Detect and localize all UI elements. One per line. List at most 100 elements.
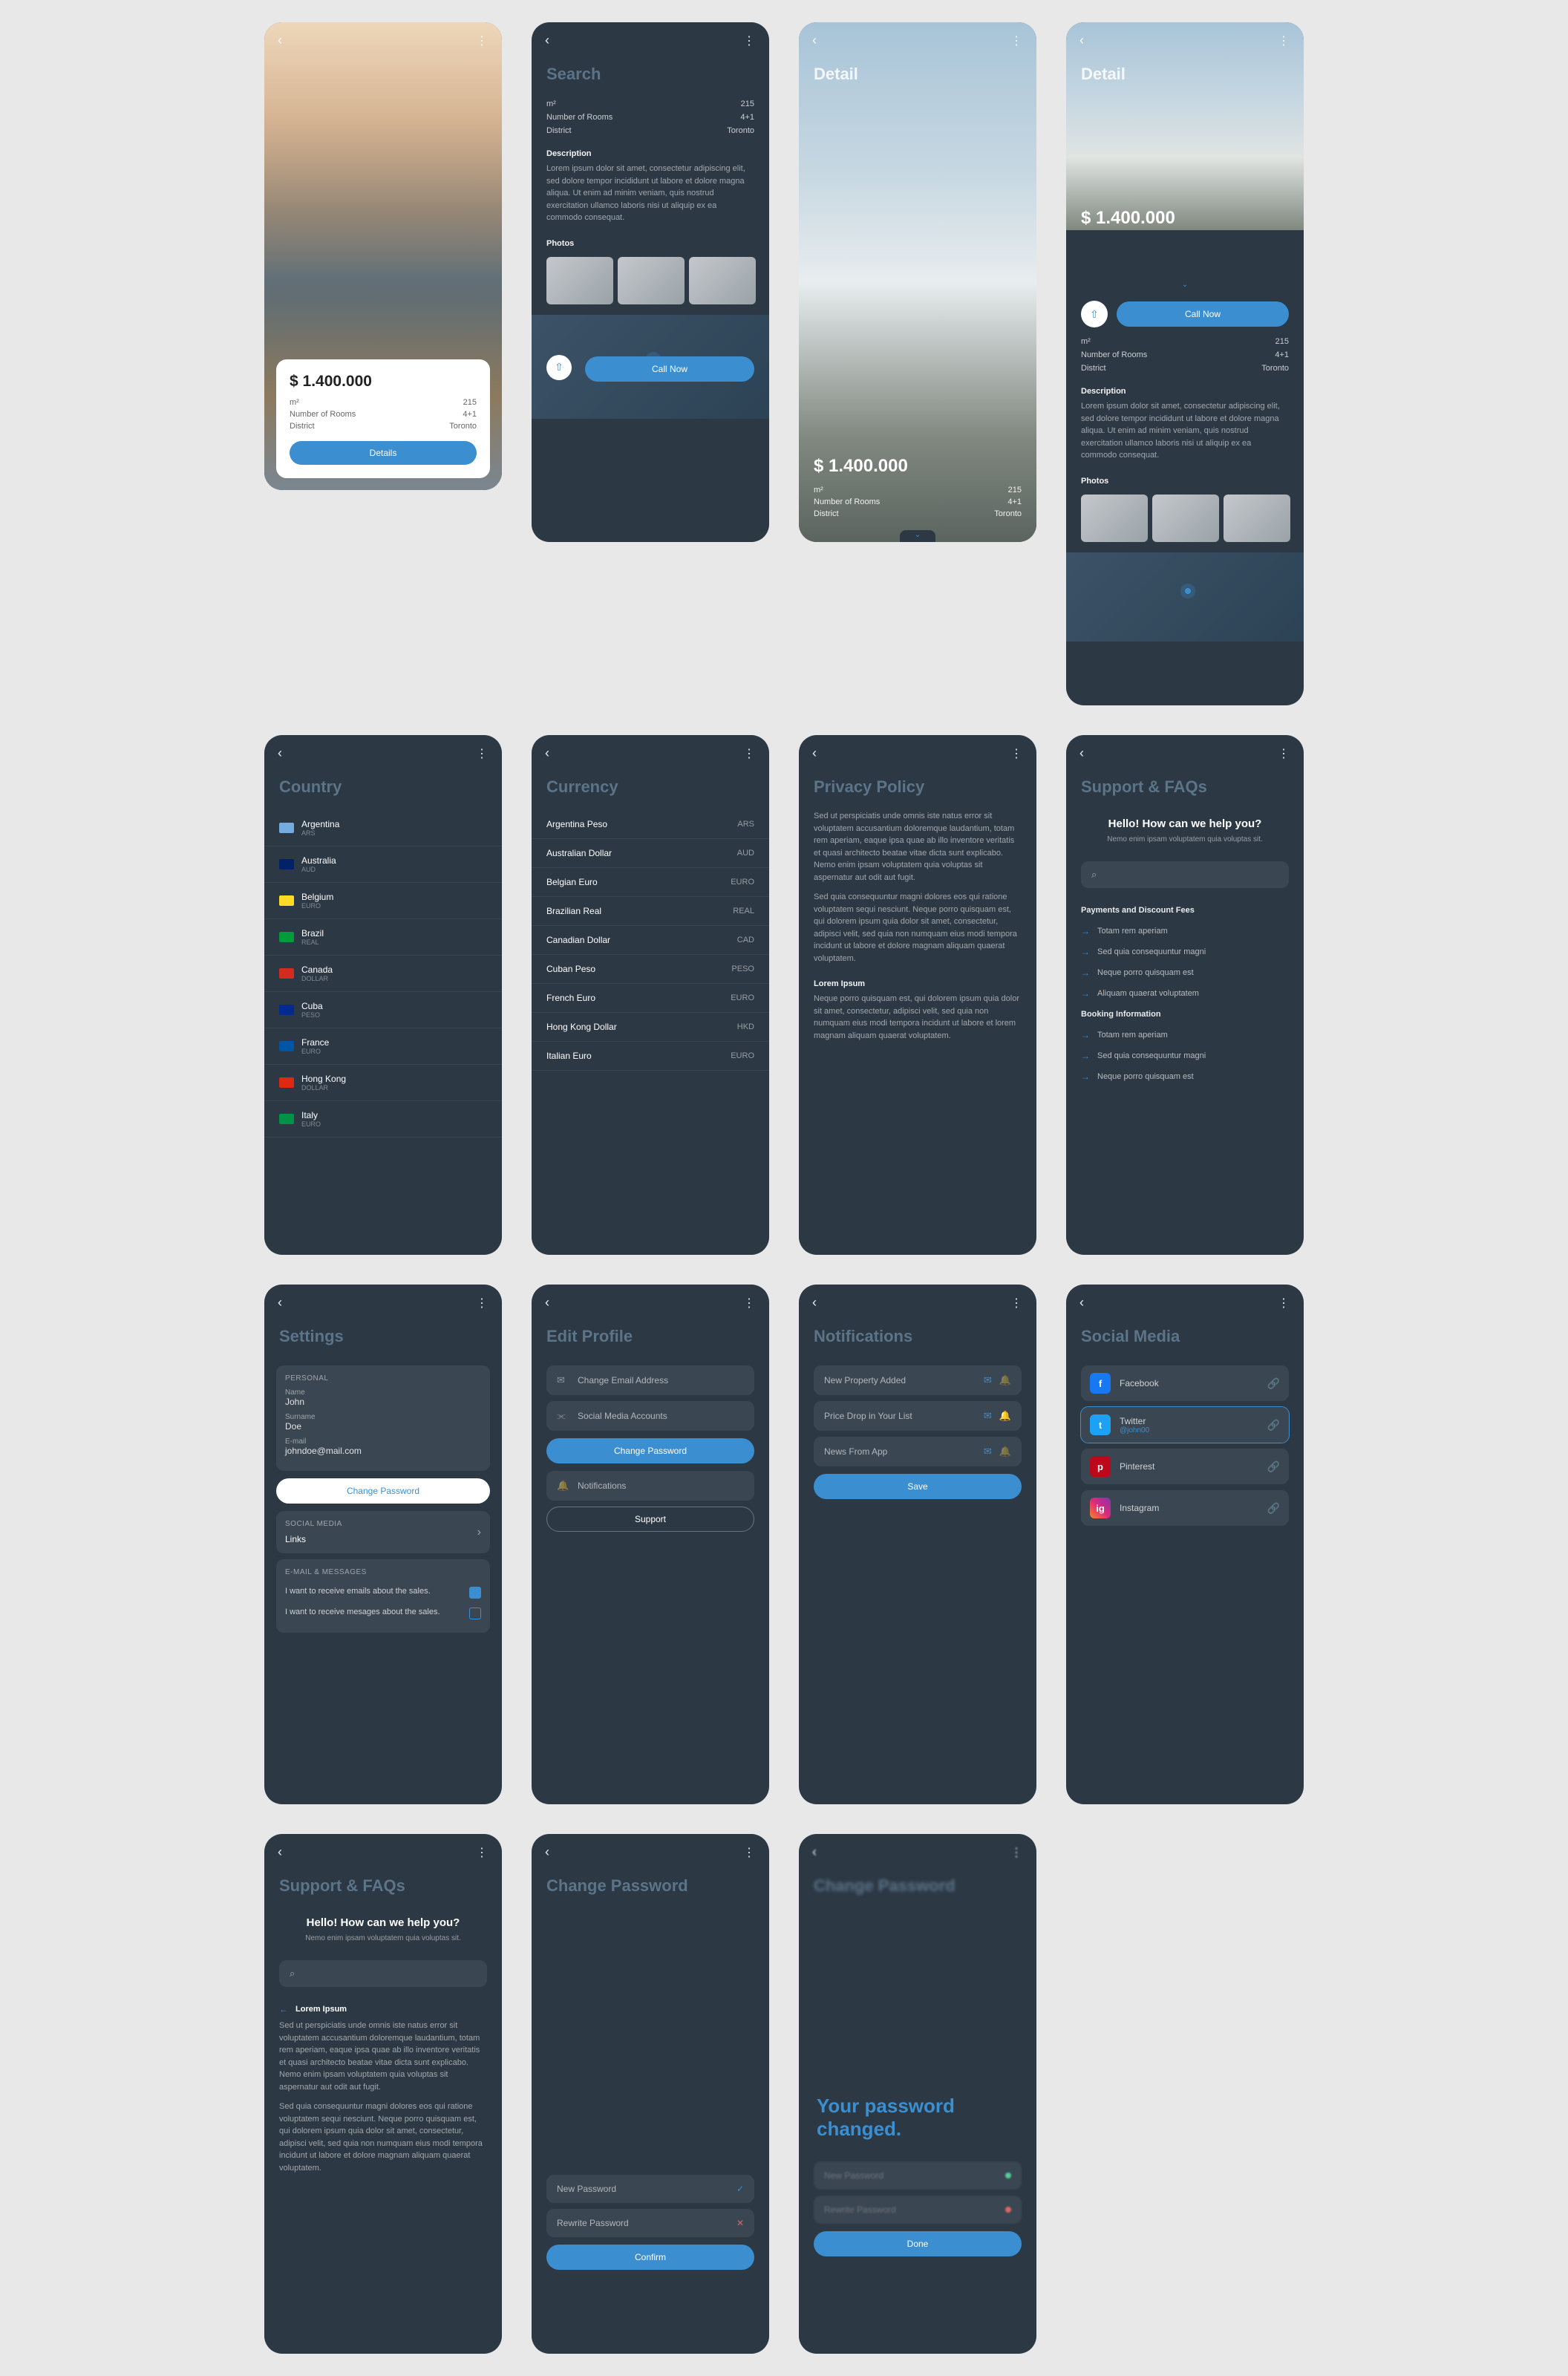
map[interactable]: [1066, 552, 1304, 642]
more-icon[interactable]: ⋮: [476, 1296, 489, 1311]
back-link[interactable]: ←Lorem Ipsum: [264, 1999, 502, 2020]
done-button[interactable]: Done: [814, 2231, 1022, 2256]
country-row[interactable]: AustraliaAUD: [264, 846, 502, 883]
collapse-handle[interactable]: ⌄: [1167, 278, 1203, 290]
back-icon[interactable]: ‹: [545, 1844, 549, 1860]
faq-item[interactable]: →Neque porro quisquam est: [1066, 962, 1304, 983]
link-icon[interactable]: 🔗: [1267, 1502, 1280, 1515]
email-field[interactable]: johndoe@mail.com: [285, 1446, 481, 1456]
call-now-button[interactable]: Call Now: [585, 356, 754, 382]
confirm-button[interactable]: Confirm: [546, 2245, 754, 2270]
mail-icon[interactable]: ✉: [984, 1446, 992, 1458]
faq-item[interactable]: →Sed quia consequuntur magni: [1066, 941, 1304, 962]
more-icon[interactable]: ⋮: [1278, 1296, 1290, 1311]
back-icon[interactable]: ‹: [545, 745, 549, 761]
currency-row[interactable]: French EuroEURO: [532, 984, 769, 1013]
currency-row[interactable]: Belgian EuroEURO: [532, 868, 769, 897]
bell-icon[interactable]: 🔔: [999, 1410, 1011, 1422]
call-now-button[interactable]: Call Now: [1117, 301, 1289, 327]
country-row[interactable]: ItalyEURO: [264, 1101, 502, 1138]
country-row[interactable]: ArgentinaARS: [264, 810, 502, 846]
faq-item[interactable]: →Totam rem aperiam: [1066, 921, 1304, 941]
back-icon[interactable]: ‹: [278, 33, 282, 48]
photo-thumb[interactable]: [1224, 495, 1290, 542]
expand-handle[interactable]: ⌄: [900, 530, 935, 542]
country-row[interactable]: FranceEURO: [264, 1028, 502, 1065]
photo-thumb[interactable]: [618, 257, 685, 304]
photo-thumb[interactable]: [1081, 495, 1148, 542]
currency-row[interactable]: Canadian DollarCAD: [532, 926, 769, 955]
change-email-row[interactable]: ✉Change Email Address: [546, 1365, 754, 1395]
more-icon[interactable]: ⋮: [476, 746, 489, 761]
more-icon[interactable]: ⋮: [476, 1845, 489, 1860]
checkbox-emails[interactable]: [469, 1587, 481, 1599]
share-button[interactable]: ⇧: [546, 355, 572, 380]
back-icon[interactable]: ‹: [1079, 745, 1084, 761]
new-password-input[interactable]: New Password✓: [546, 2175, 754, 2203]
social-row[interactable]: igInstagram🔗: [1081, 1490, 1289, 1526]
search-input[interactable]: ⌕: [279, 1960, 487, 1987]
currency-row[interactable]: Brazilian RealREAL: [532, 897, 769, 926]
search-input[interactable]: ⌕: [1081, 861, 1289, 888]
more-icon[interactable]: ⋮: [743, 1296, 756, 1311]
link-icon[interactable]: 🔗: [1267, 1419, 1280, 1432]
more-icon[interactable]: ⋮: [1010, 33, 1023, 48]
more-icon[interactable]: ⋮: [1278, 33, 1290, 48]
checkbox-messages[interactable]: [469, 1608, 481, 1619]
photo-thumb[interactable]: [1152, 495, 1219, 542]
share-button[interactable]: ⇧: [1081, 301, 1108, 327]
faq-item[interactable]: →Aliquam quaerat voluptatem: [1066, 983, 1304, 1004]
back-icon[interactable]: ‹: [278, 745, 282, 761]
link-icon[interactable]: 🔗: [1267, 1460, 1280, 1473]
more-icon[interactable]: ⋮: [743, 746, 756, 761]
bell-icon[interactable]: 🔔: [999, 1374, 1011, 1386]
save-button[interactable]: Save: [814, 1474, 1022, 1499]
link-icon[interactable]: 🔗: [1267, 1377, 1280, 1390]
back-icon[interactable]: ‹: [545, 1295, 549, 1311]
photo-gallery[interactable]: [1066, 490, 1304, 552]
name-field[interactable]: John: [285, 1397, 481, 1407]
back-icon[interactable]: ‹: [812, 33, 817, 48]
more-icon[interactable]: ⋮: [743, 33, 756, 48]
country-row[interactable]: BrazilREAL: [264, 919, 502, 956]
faq-item[interactable]: →Neque porro quisquam est: [1066, 1066, 1304, 1087]
social-row[interactable]: pPinterest🔗: [1081, 1449, 1289, 1484]
change-password-button[interactable]: Change Password: [276, 1478, 490, 1504]
photo-gallery[interactable]: [532, 252, 769, 315]
country-row[interactable]: BelgiumEURO: [264, 883, 502, 919]
country-row[interactable]: Hong KongDOLLAR: [264, 1065, 502, 1101]
back-icon[interactable]: ‹: [278, 1295, 282, 1311]
social-accounts-row[interactable]: ⫘Social Media Accounts: [546, 1401, 754, 1431]
country-row[interactable]: CanadaDOLLAR: [264, 956, 502, 992]
support-button[interactable]: Support: [546, 1507, 754, 1532]
country-row[interactable]: CubaPESO: [264, 992, 502, 1028]
social-row[interactable]: fFacebook🔗: [1081, 1365, 1289, 1401]
currency-row[interactable]: Australian DollarAUD: [532, 839, 769, 868]
currency-row[interactable]: Argentina PesoARS: [532, 810, 769, 839]
faq-item[interactable]: →Sed quia consequuntur magni: [1066, 1045, 1304, 1066]
mail-icon[interactable]: ✉: [984, 1410, 992, 1422]
photo-thumb[interactable]: [689, 257, 756, 304]
social-links-row[interactable]: SOCIAL MEDIA Links ›: [276, 1511, 490, 1553]
more-icon[interactable]: ⋮: [1010, 1296, 1023, 1311]
back-icon[interactable]: ‹: [1079, 33, 1084, 48]
more-icon[interactable]: ⋮: [1010, 746, 1023, 761]
back-icon[interactable]: ‹: [1079, 1295, 1084, 1311]
details-button[interactable]: Details: [290, 441, 477, 465]
more-icon[interactable]: ⋮: [476, 33, 489, 48]
back-icon[interactable]: ‹: [545, 33, 549, 48]
back-icon[interactable]: ‹: [812, 745, 817, 761]
notifications-row[interactable]: 🔔Notifications: [546, 1471, 754, 1501]
currency-row[interactable]: Hong Kong DollarHKD: [532, 1013, 769, 1042]
back-icon[interactable]: ‹: [278, 1844, 282, 1860]
bell-icon[interactable]: 🔔: [999, 1446, 1011, 1458]
more-icon[interactable]: ⋮: [743, 1845, 756, 1860]
surname-field[interactable]: Doe: [285, 1421, 481, 1432]
rewrite-password-input[interactable]: Rewrite Password✕: [546, 2209, 754, 2237]
more-icon[interactable]: ⋮: [1278, 746, 1290, 761]
social-row[interactable]: tTwitter@john00🔗: [1081, 1407, 1289, 1443]
currency-row[interactable]: Cuban PesoPESO: [532, 955, 769, 984]
photo-thumb[interactable]: [546, 257, 613, 304]
mail-icon[interactable]: ✉: [984, 1374, 992, 1386]
back-icon[interactable]: ‹: [812, 1295, 817, 1311]
